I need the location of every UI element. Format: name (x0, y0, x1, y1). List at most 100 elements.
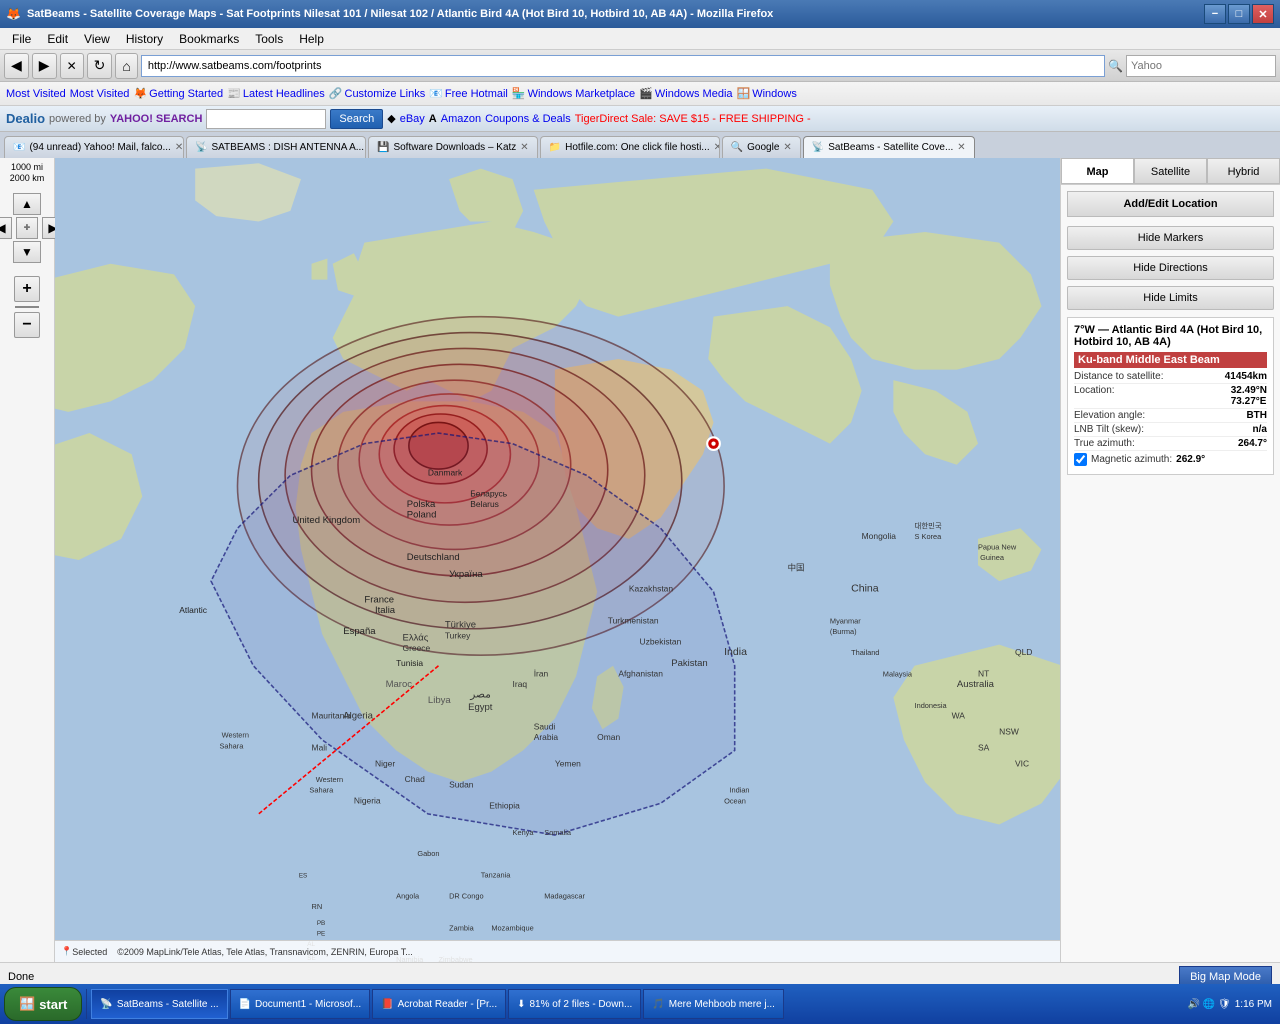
satellite-btn[interactable]: Satellite (1134, 158, 1207, 184)
menu-help[interactable]: Help (291, 30, 332, 48)
refresh-button[interactable]: ↻ (87, 53, 113, 79)
back-button[interactable]: ◀ (4, 53, 29, 79)
mag-label: Magnetic azimuth: (1091, 454, 1172, 465)
label-malaysia: Malaysia (883, 669, 913, 678)
label-dr-congo: DR Congo (449, 892, 484, 901)
taskbar-download[interactable]: ⬇ 81% of 2 files - Down... (508, 989, 641, 1019)
menu-view[interactable]: View (76, 30, 118, 48)
pan-down-button[interactable]: ▼ (13, 241, 41, 263)
bookmark-customize-links[interactable]: 🔗 Customize Links (329, 87, 425, 100)
bookmark-latest-headlines[interactable]: 📰 Latest Headlines (227, 87, 325, 100)
label-guineabissau: Western (316, 775, 343, 784)
search-button[interactable]: Search (330, 109, 383, 129)
amazon-link[interactable]: Amazon (441, 113, 481, 125)
elevation-value: BTH (1246, 410, 1267, 421)
bookmark-free-hotmail[interactable]: 📧 Free Hotmail (429, 87, 508, 100)
tab-satbeams-active[interactable]: 📡 SatBeams - Satellite Cove... ✕ (803, 136, 975, 158)
label-turkmenistan: Turkmenistan (608, 615, 659, 625)
label-madagascar: Madagascar (544, 892, 585, 901)
tab-close-icon[interactable]: ✕ (783, 142, 791, 153)
coupons-link[interactable]: Coupons & Deals (485, 113, 571, 125)
menu-file[interactable]: File (4, 30, 39, 48)
label-vic: VIC (1015, 758, 1029, 768)
label-kenya: Kenya (513, 828, 535, 837)
hide-markers-button[interactable]: Hide Markers (1067, 226, 1274, 250)
label-egypt-ar: مصر (469, 689, 491, 701)
tab-icon: 📡 (195, 142, 207, 153)
maximize-button[interactable]: □ (1228, 4, 1250, 24)
bookmark-windows[interactable]: 🪟 Windows (737, 87, 797, 100)
location-label: Location: (1074, 385, 1115, 407)
map-type-bar: Map Satellite Hybrid (1061, 158, 1280, 185)
taskbar-icon: ⬇ (517, 999, 525, 1010)
stop-button[interactable]: ✕ (60, 53, 84, 79)
label-pakistan: Pakistan (671, 658, 708, 669)
close-button[interactable]: ✕ (1252, 4, 1274, 24)
yahoo-search-input[interactable] (206, 109, 326, 129)
hybrid-btn[interactable]: Hybrid (1207, 158, 1280, 184)
zoom-in-button[interactable]: + (14, 276, 40, 302)
add-location-button[interactable]: Add/Edit Location (1067, 191, 1274, 217)
info-lnb: LNB Tilt (skew): n/a (1074, 423, 1267, 437)
pan-up-button[interactable]: ▲ (13, 193, 41, 215)
tab-close-icon[interactable]: ✕ (957, 142, 965, 153)
hide-limits-button[interactable]: Hide Limits (1067, 286, 1274, 310)
menu-tools[interactable]: Tools (247, 30, 291, 48)
distance-label: Distance to satellite: (1074, 371, 1164, 382)
taskbar-media[interactable]: 🎵 Mere Mehboob mere j... (643, 989, 784, 1019)
tray-icons: 🔊 🌐 🛡 (1188, 999, 1231, 1010)
taskbar-icon: 📄 (239, 999, 251, 1010)
label-algeria: Algeria (343, 711, 373, 722)
pan-center-button[interactable]: ✛ (16, 217, 38, 239)
tab-satbeams-dish[interactable]: 📡 SATBEAMS : DISH ANTENNA A... ✕ (186, 136, 366, 158)
tab-yahoo-mail[interactable]: 📧 (94 unread) Yahoo! Mail, falco... ✕ (4, 136, 184, 158)
taskbar-separator (86, 989, 87, 1019)
pan-left-button[interactable]: ◀ (0, 217, 12, 239)
forward-button[interactable]: ▶ (32, 53, 57, 79)
label-egypt: Egypt (468, 702, 493, 713)
bookmark-windows-marketplace[interactable]: 🏪 Windows Marketplace (512, 87, 635, 100)
taskbar-acrobat[interactable]: 📕 Acrobat Reader - [Pr... (372, 989, 506, 1019)
tab-close-icon[interactable]: ✕ (714, 142, 720, 153)
taskbar-satbeams[interactable]: 📡 SatBeams - Satellite ... (91, 989, 227, 1019)
home-button[interactable]: ⌂ (115, 53, 137, 79)
bookmark-most-visited[interactable]: Most Visited (6, 88, 66, 100)
minimize-button[interactable]: − (1204, 4, 1226, 24)
label-turkey: Türkiye (445, 620, 476, 631)
tab-google[interactable]: 🔍 Google ✕ (722, 136, 801, 158)
label-saudi: Saudi (534, 721, 556, 731)
selected-indicator: 📍 (61, 946, 72, 957)
label-indian-ocean2: Ocean (724, 796, 746, 805)
label-nt: NT (978, 668, 989, 678)
taskbar-word[interactable]: 📄 Document1 - Microsof... (230, 989, 371, 1019)
magnetic-checkbox[interactable] (1074, 453, 1087, 466)
map-btn[interactable]: Map (1061, 158, 1134, 184)
tab-close-icon[interactable]: ✕ (520, 142, 528, 153)
tab-software-downloads[interactable]: 💾 Software Downloads – Katz ✕ (368, 136, 538, 158)
tigerdirect-ad[interactable]: TigerDirect Sale: SAVE $15 - FREE SHIPPI… (575, 113, 811, 125)
menu-history[interactable]: History (118, 30, 171, 48)
bookmark-getting-started[interactable]: 🦊 Getting Started (133, 87, 223, 100)
hide-directions-button[interactable]: Hide Directions (1067, 256, 1274, 280)
map-area[interactable]: ◀◀ ◀ -45° -5° 10°W0°10°E20°E30°E 40°E50°… (55, 158, 1060, 962)
label-nsw: NSW (999, 727, 1019, 737)
info-location: Location: 32.49°N73.27°E (1074, 384, 1267, 409)
address-bar[interactable] (141, 55, 1105, 77)
bookmark-most-visited-label[interactable]: Most Visited (70, 88, 130, 100)
label-india: India (724, 646, 747, 658)
world-map[interactable]: United Kingdom Atlantic France Deutschla… (55, 158, 1060, 962)
bookmark-windows-media[interactable]: 🎬 Windows Media (639, 87, 732, 100)
label-iran: İran (534, 668, 549, 678)
amazon-logo: A (429, 113, 437, 125)
menu-edit[interactable]: Edit (39, 30, 76, 48)
info-title: 7°W — Atlantic Bird 4A (Hot Bird 10, Hot… (1074, 324, 1267, 348)
label-france: France (364, 594, 394, 605)
start-button[interactable]: 🪟 start (4, 987, 82, 1021)
ebay-link[interactable]: eBay (400, 113, 425, 125)
scale-miles: 1000 mi (11, 162, 43, 173)
zoom-out-button[interactable]: − (14, 312, 40, 338)
tab-close-icon[interactable]: ✕ (175, 142, 183, 153)
search-input[interactable] (1126, 55, 1276, 77)
menu-bookmarks[interactable]: Bookmarks (171, 30, 247, 48)
tab-hotfile[interactable]: 📁 Hotfile.com: One click file hosti... ✕ (540, 136, 720, 158)
